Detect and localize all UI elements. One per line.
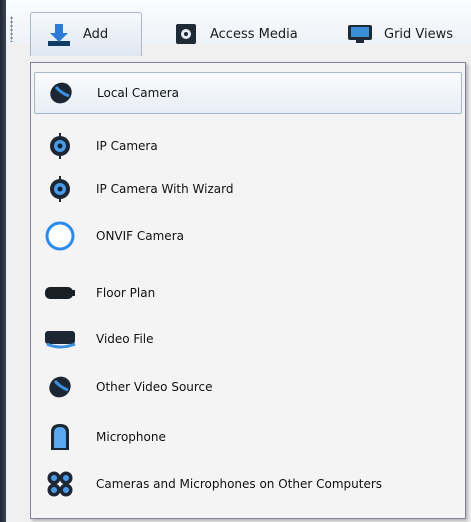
menu-item-microphone[interactable]: Microphone (34, 416, 462, 458)
add-button-label: Add (83, 27, 109, 42)
add-dropdown-menu: Local Camera IP Camera IP Camera With Wi… (30, 62, 466, 519)
ip-camera-icon (44, 130, 76, 162)
add-button[interactable]: Add (30, 12, 142, 56)
menu-item-label: Local Camera (97, 86, 180, 100)
video-file-icon (44, 323, 76, 355)
floor-plan-icon (44, 277, 76, 309)
app-window: Add Access Media Grid Views Local Camera… (0, 0, 471, 522)
media-icon (172, 20, 200, 48)
menu-item-video-file[interactable]: Video File (34, 318, 462, 360)
menu-item-label: Cameras and Microphones on Other Compute… (96, 477, 383, 491)
menu-item-ip-camera-wizard[interactable]: IP Camera With Wizard (34, 168, 462, 210)
menu-item-label: Floor Plan (96, 286, 156, 300)
menu-item-label: Microphone (96, 430, 166, 444)
download-arrow-icon (45, 21, 73, 49)
menu-item-label: Other Video Source (96, 380, 213, 394)
menu-item-label: IP Camera With Wizard (96, 182, 234, 196)
other-video-source-icon (44, 371, 76, 403)
menu-item-label: ONVIF Camera (96, 229, 184, 243)
menu-item-local-camera[interactable]: Local Camera (34, 72, 462, 114)
menu-item-label: IP Camera (96, 139, 158, 153)
left-edge-panel (0, 0, 6, 522)
menu-item-label: Video File (96, 332, 154, 346)
menu-item-remote-devices[interactable]: Cameras and Microphones on Other Compute… (34, 463, 462, 505)
access-media-label: Access Media (210, 26, 298, 42)
microphone-icon (44, 421, 76, 453)
toolbar: Add Access Media Grid Views (18, 8, 471, 56)
toolbar-grip[interactable] (10, 16, 13, 42)
menu-item-other-video-source[interactable]: Other Video Source (34, 366, 462, 408)
grid-views-button[interactable]: Grid Views (346, 12, 453, 56)
local-camera-icon (45, 77, 77, 109)
grid-views-label: Grid Views (384, 26, 454, 42)
access-media-button[interactable]: Access Media (172, 12, 298, 56)
remote-devices-icon (44, 468, 76, 500)
menu-item-onvif-camera[interactable]: ONVIF Camera (34, 215, 462, 257)
ip-camera-wizard-icon (44, 173, 76, 205)
menu-item-ip-camera[interactable]: IP Camera (34, 125, 462, 167)
monitor-icon (346, 20, 374, 48)
onvif-camera-icon (44, 220, 76, 252)
menu-item-floor-plan[interactable]: Floor Plan (34, 272, 462, 314)
